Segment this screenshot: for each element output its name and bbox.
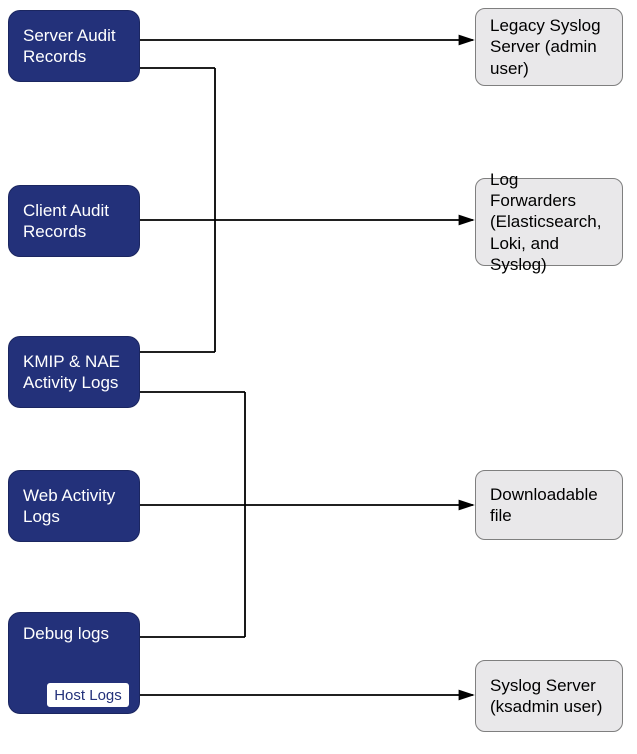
source-server-audit: Server Audit Records <box>8 10 140 82</box>
dest-label: Downloadable file <box>490 484 608 527</box>
dest-downloadable-file: Downloadable file <box>475 470 623 540</box>
source-label: KMIP & NAE Activity Logs <box>23 351 125 394</box>
source-host-logs: Host Logs <box>46 682 130 708</box>
source-label: Web Activity Logs <box>23 485 125 528</box>
source-label: Debug logs <box>23 623 109 644</box>
dest-log-forwarders: Log Forwarders (Elasticsearch, Loki, and… <box>475 178 623 266</box>
dest-label: Syslog Server (ksadmin user) <box>490 675 608 718</box>
dest-label: Legacy Syslog Server (admin user) <box>490 15 608 79</box>
dest-legacy-syslog: Legacy Syslog Server (admin user) <box>475 8 623 86</box>
source-kmip-nae: KMIP & NAE Activity Logs <box>8 336 140 408</box>
dest-label: Log Forwarders (Elasticsearch, Loki, and… <box>490 169 608 275</box>
source-web-activity: Web Activity Logs <box>8 470 140 542</box>
source-label: Server Audit Records <box>23 25 125 68</box>
dest-syslog-server: Syslog Server (ksadmin user) <box>475 660 623 732</box>
source-label: Client Audit Records <box>23 200 125 243</box>
diagram-canvas: Server Audit Records Client Audit Record… <box>0 0 637 754</box>
source-label: Host Logs <box>54 687 122 704</box>
source-client-audit: Client Audit Records <box>8 185 140 257</box>
